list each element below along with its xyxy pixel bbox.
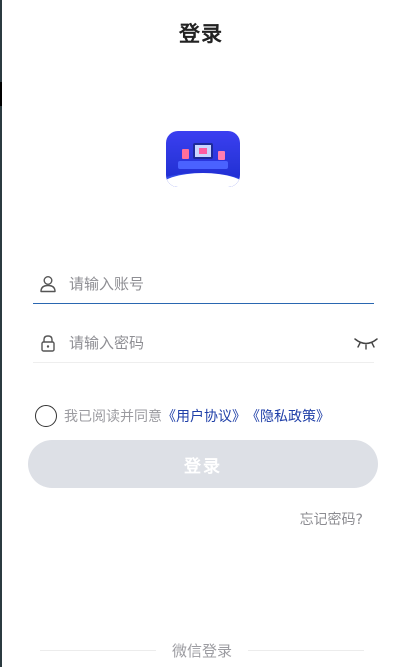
app-logo-icon bbox=[166, 131, 240, 187]
page-title: 登录 bbox=[179, 22, 223, 46]
agreement-row: 我已阅读并同意 《用户协议》 《隐私政策》 bbox=[35, 405, 330, 427]
left-edge-strip bbox=[0, 0, 2, 667]
divider-line bbox=[248, 650, 365, 651]
account-field[interactable] bbox=[33, 264, 374, 304]
logo-wave-shape bbox=[166, 173, 240, 187]
lock-icon bbox=[41, 334, 55, 352]
user-icon bbox=[40, 275, 56, 292]
logo-box-shape bbox=[182, 149, 189, 159]
password-input[interactable] bbox=[69, 333, 354, 352]
wechat-login-link[interactable]: 微信登录 bbox=[172, 640, 232, 661]
password-field[interactable] bbox=[33, 323, 378, 363]
forgot-password-link[interactable]: 忘记密码? bbox=[300, 509, 363, 529]
divider-line bbox=[40, 650, 156, 651]
user-agreement-link[interactable]: 《用户协议》 bbox=[162, 406, 246, 426]
eye-closed-icon[interactable] bbox=[354, 336, 378, 350]
agreement-radio[interactable] bbox=[35, 405, 57, 427]
logo-box-shape bbox=[218, 151, 225, 160]
agreement-text: 我已阅读并同意 bbox=[64, 409, 162, 425]
wechat-login-row: 微信登录 bbox=[40, 640, 365, 661]
logo-monitor-shape bbox=[193, 143, 213, 159]
account-input[interactable] bbox=[69, 274, 374, 293]
privacy-policy-link[interactable]: 《隐私政策》 bbox=[246, 406, 330, 426]
login-button[interactable]: 登录 bbox=[28, 440, 378, 488]
logo-desk-shape bbox=[178, 161, 228, 169]
